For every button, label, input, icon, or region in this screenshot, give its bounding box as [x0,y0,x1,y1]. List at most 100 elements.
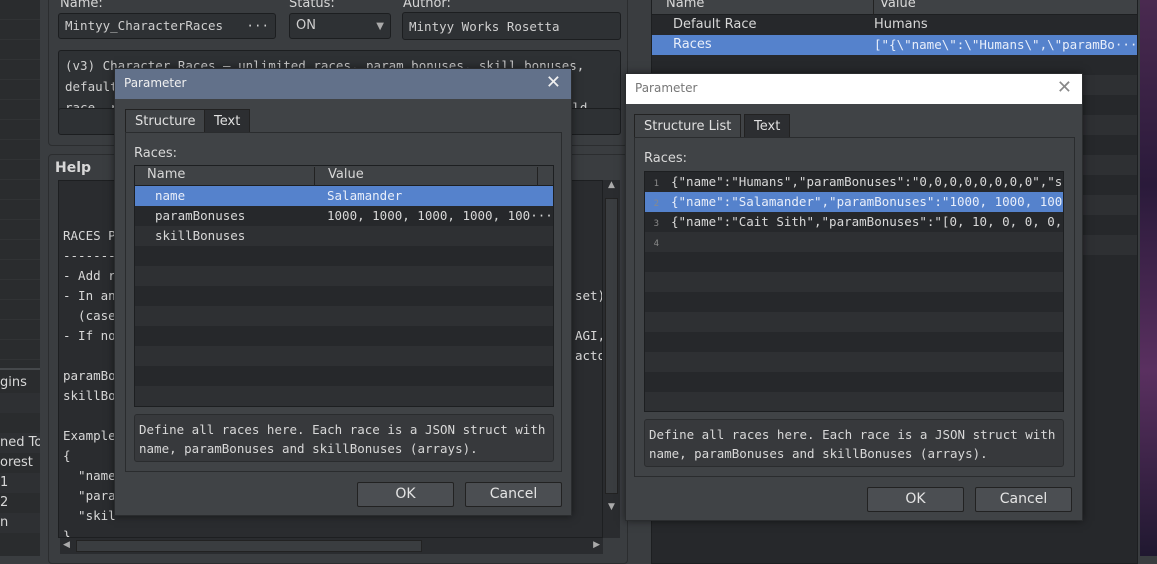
description-line: Define all races here. Each race is a JS… [649,427,1056,442]
list-item[interactable]: n [0,513,40,533]
name-label: Name: [60,0,103,11]
dialog-title-bar: Parameter ✕ [115,69,571,99]
race-json [665,234,671,249]
close-icon[interactable]: ✕ [546,72,561,93]
help-line-end [575,246,602,266]
background-image-edge [1140,0,1157,556]
scroll-up-icon[interactable]: ▲ [603,180,620,190]
status-label: Status: [289,0,335,11]
help-vertical-scrollbar[interactable]: ▲ ▼ [603,180,620,538]
tab-text[interactable]: Text [204,109,251,133]
help-line-end [575,206,602,226]
scroll-right-icon[interactable]: ▶ [593,540,600,550]
param-name: Races [673,37,712,52]
ok-button[interactable]: OK [357,482,454,507]
plugin-list-lower[interactable]: gins ned To orest 1 2 n [0,368,40,556]
close-icon[interactable]: ✕ [1057,77,1072,98]
struct-table[interactable]: Name Value name Salamander paramBonuses 10… [134,165,554,407]
tab-text[interactable]: Text [744,114,791,138]
status-select[interactable]: ON ▼ [289,13,391,39]
column-value[interactable]: Value [314,167,538,187]
line-number: 3 [653,219,659,229]
list-item[interactable]: orest [0,453,40,473]
table-row[interactable]: name Salamander [135,186,553,206]
scroll-thumb[interactable] [605,198,618,494]
param-value: ["{\"name\":\"Humans\",\"paramBo··· [874,37,1138,52]
name-value: Mintyy_CharacterRaces [65,18,224,33]
line-number: 4 [653,239,659,249]
race-json: {"name":"Cait Sith","paramBonuses":"[0, … [671,214,1064,229]
ok-button[interactable]: OK [867,487,964,512]
field-value: 1000, 1000, 1000, 1000, 100··· [327,208,553,223]
param-value: Humans [874,17,928,32]
dialog-title-bar: Parameter ✕ [626,74,1082,104]
scroll-left-icon[interactable]: ◀ [63,540,70,550]
list-item[interactable]: ned To [0,433,40,453]
help-line-end: acto [575,348,603,363]
table-row[interactable]: paramBonuses 1000, 1000, 1000, 1000, 100·… [135,206,553,226]
list-item[interactable] [0,413,40,433]
tab-pane: Races: 1 {"name":"Humans","paramBonuses":… [634,137,1075,477]
list-item[interactable]: 2 {"name":"Salamander","paramBonuses":"10… [645,192,1063,212]
table-header: Name Value [652,0,1137,16]
author-label: Author: [403,0,451,11]
list-item[interactable]: 4 [645,232,1063,252]
table-header: Name Value [135,166,553,187]
list-item[interactable]: 2 [0,493,40,513]
dialog-title: Parameter [635,81,698,95]
parameter-dialog-structure: Parameter ✕ Structure Text Races: Name V… [114,68,572,516]
help-line-end: AGI, [575,328,603,343]
races-label: Races: [134,146,178,161]
field-name: name [155,188,186,203]
description-line: Define all races here. Each race is a JS… [139,422,546,437]
description-box: Define all races here. Each race is a JS… [644,419,1064,467]
parameter-dialog-structure-list: Parameter ✕ Structure List Text Races: 1… [625,73,1083,521]
help-line: } [63,528,71,538]
help-line-end [575,186,602,206]
status-value: ON [296,18,316,33]
dialog-title: Parameter [124,76,187,90]
tab-structure[interactable]: Structure [125,109,206,133]
list-item[interactable]: 1 {"name":"Humans","paramBonuses":"0,0,0,… [645,172,1063,192]
scroll-down-icon[interactable]: ▼ [603,502,620,512]
tab-pane: Races: Name Value name Salamander paramBo… [125,132,562,472]
table-row[interactable]: Races ["{\"name\":\"Humans\",\"paramBo··· [652,35,1137,55]
help-horizontal-scrollbar[interactable]: ◀ ▶ [60,538,603,554]
list-item[interactable]: gins [0,373,40,393]
scroll-thumb[interactable] [76,540,422,552]
cancel-button[interactable]: Cancel [465,482,562,507]
description-box: Define all races here. Each race is a JS… [134,414,554,462]
field-name: paramBonuses [155,208,246,223]
chevron-down-icon: ▼ [376,21,384,32]
race-json: {"name":"Humans","paramBonuses":"0,0,0,0… [671,174,1064,189]
column-name[interactable]: Name [147,167,185,182]
line-number: 2 [653,199,659,209]
field-value: Salamander [327,188,403,203]
column-name[interactable]: Name [666,0,704,11]
help-line-end: set) [575,288,603,303]
description-line: name, paramBonuses and skillBonuses (arr… [139,441,478,456]
table-row[interactable]: skillBonuses [135,226,553,246]
help-line-end [575,306,602,326]
help-line-end [575,226,602,246]
list-item[interactable]: 3 {"name":"Cait Sith","paramBonuses":"[0,… [645,212,1063,232]
races-label: Races: [644,151,688,166]
help-title: Help [55,160,92,176]
name-field[interactable]: Mintyy_CharacterRaces ··· [58,13,276,39]
list-item[interactable] [0,393,40,413]
description-line: name, paramBonuses and skillBonuses (arr… [649,446,988,461]
list-item[interactable]: 1 [0,473,40,493]
races-list[interactable]: 1 {"name":"Humans","paramBonuses":"0,0,0,… [644,171,1064,412]
help-line-end [575,266,602,286]
race-json: {"name":"Salamander","paramBonuses":"100… [671,194,1064,209]
author-field[interactable]: Mintyy Works Rosetta [402,12,621,40]
column-value[interactable]: Value [873,0,916,16]
help-text-right: set) AGI, acto [575,186,603,366]
param-name: Default Race [673,17,757,32]
field-name: skillBonuses [155,228,246,243]
cancel-button[interactable]: Cancel [975,487,1072,512]
table-row[interactable]: Default Race Humans [652,15,1137,35]
tab-structure-list[interactable]: Structure List [634,114,742,138]
line-number: 1 [653,179,659,189]
more-icon[interactable]: ··· [246,18,269,33]
